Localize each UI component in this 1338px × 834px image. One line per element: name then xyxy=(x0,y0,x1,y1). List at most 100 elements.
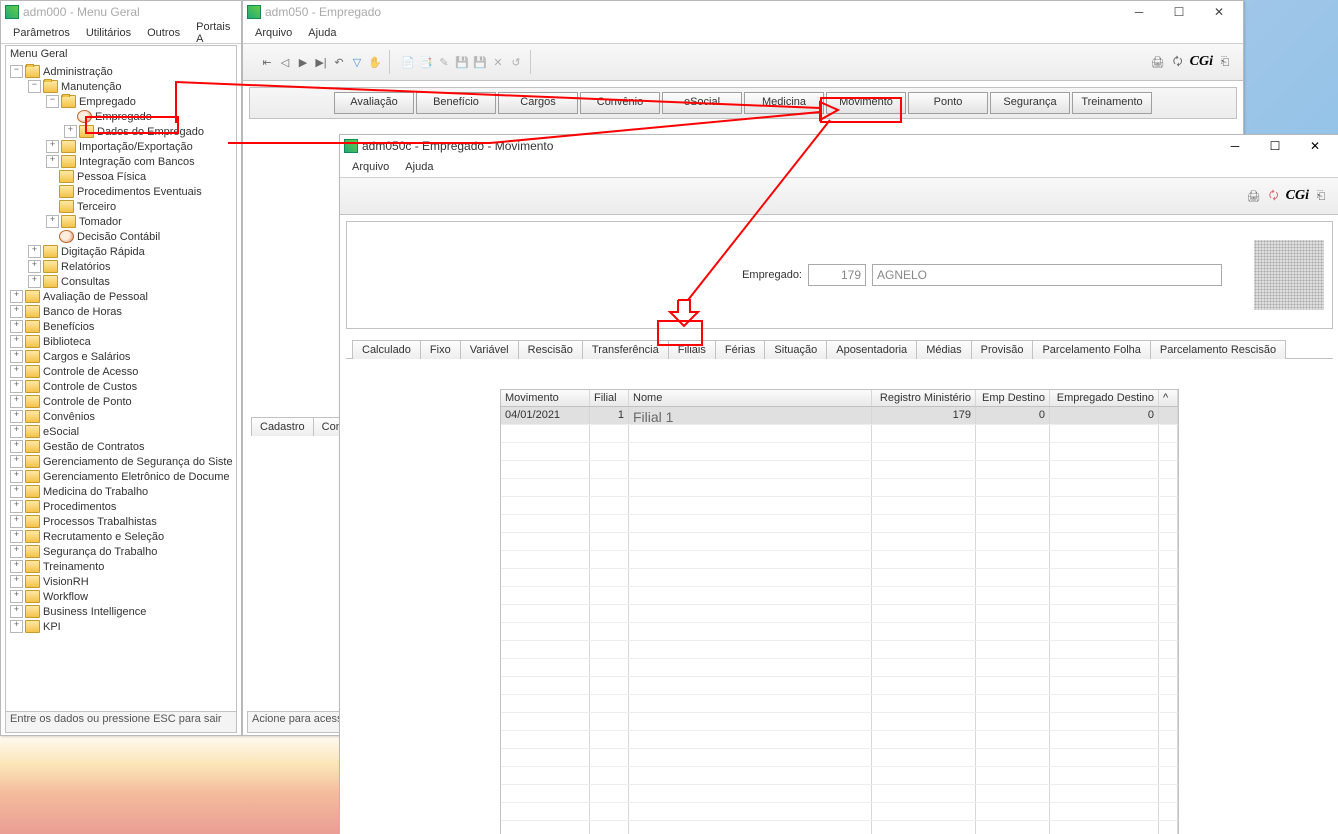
tab-convenio[interactable]: Convênio xyxy=(580,92,660,114)
col-nome[interactable]: Nome xyxy=(629,390,872,406)
table-row[interactable] xyxy=(501,497,1178,515)
tree-benef[interactable]: Benefícios xyxy=(43,321,94,333)
tab-cargos[interactable]: Cargos xyxy=(498,92,578,114)
tree-intbank[interactable]: Integração com Bancos xyxy=(79,156,195,168)
table-row[interactable] xyxy=(501,713,1178,731)
maximize-button-mov[interactable]: ☐ xyxy=(1255,135,1295,157)
tree-manut[interactable]: Manutenção xyxy=(61,81,122,93)
exit-icon[interactable]: ⎗ xyxy=(1217,54,1233,70)
tree-proced[interactable]: Procedimentos xyxy=(43,501,116,513)
tree-segtrab[interactable]: Segurança do Trabalho xyxy=(43,546,157,558)
menu-arquivo-mov[interactable]: Arquivo xyxy=(346,159,395,175)
table-row[interactable] xyxy=(501,749,1178,767)
minimize-button[interactable]: ─ xyxy=(1119,1,1159,23)
subtab-variavel[interactable]: Variável xyxy=(460,340,519,359)
subtab-aposentadoria[interactable]: Aposentadoria xyxy=(826,340,917,359)
table-row[interactable] xyxy=(501,677,1178,695)
tree-ccustos[interactable]: Controle de Custos xyxy=(43,381,137,393)
vtab-cadastro[interactable]: Cadastro xyxy=(252,418,314,436)
tree-bi[interactable]: Business Intelligence xyxy=(43,606,146,618)
tab-ponto[interactable]: Ponto xyxy=(908,92,988,114)
menu-parametros[interactable]: Parâmetros xyxy=(7,25,76,41)
tree-proc[interactable]: Procedimentos Eventuais xyxy=(77,186,202,198)
tab-movimento[interactable]: Movimento xyxy=(826,92,906,114)
subtab-rescisao[interactable]: Rescisão xyxy=(518,340,583,359)
tree-gcont[interactable]: Gestão de Contratos xyxy=(43,441,145,453)
table-row[interactable] xyxy=(501,641,1178,659)
col-empdestino[interactable]: Emp Destino xyxy=(976,390,1050,406)
first-record-icon[interactable]: ⇤ xyxy=(259,54,275,70)
last-record-icon[interactable]: ▶| xyxy=(313,54,329,70)
emp-name-input[interactable] xyxy=(872,264,1222,286)
tree-pf[interactable]: Pessoa Física xyxy=(77,171,146,183)
col-registro[interactable]: Registro Ministério xyxy=(872,390,976,406)
close-button[interactable]: ✕ xyxy=(1199,1,1239,23)
menu-utilitarios[interactable]: Utilitários xyxy=(80,25,137,41)
navigate-icon[interactable]: ✋ xyxy=(367,54,383,70)
tree-dig[interactable]: Digitação Rápida xyxy=(61,246,145,258)
table-row[interactable] xyxy=(501,695,1178,713)
menu-arquivo-emp[interactable]: Arquivo xyxy=(249,25,298,41)
subtab-provisao[interactable]: Provisão xyxy=(971,340,1034,359)
subtab-situacao[interactable]: Situação xyxy=(764,340,827,359)
table-row[interactable] xyxy=(501,803,1178,821)
table-row[interactable] xyxy=(501,587,1178,605)
tree-avpes[interactable]: Avaliação de Pessoal xyxy=(43,291,148,303)
tree-recsel[interactable]: Recrutamento e Seleção xyxy=(43,531,164,543)
subtab-parc-folha[interactable]: Parcelamento Folha xyxy=(1032,340,1150,359)
tab-beneficio[interactable]: Benefício xyxy=(416,92,496,114)
subtab-filiais[interactable]: Filiais xyxy=(668,340,716,359)
table-row[interactable] xyxy=(501,785,1178,803)
tab-esocial[interactable]: eSocial xyxy=(662,92,742,114)
table-row[interactable] xyxy=(501,659,1178,677)
emp-code-input[interactable] xyxy=(808,264,866,286)
subtab-ferias[interactable]: Férias xyxy=(715,340,766,359)
table-row[interactable] xyxy=(501,821,1178,834)
tab-treinamento[interactable]: Treinamento xyxy=(1072,92,1152,114)
tab-avaliacao[interactable]: Avaliação xyxy=(334,92,414,114)
tree-cponto[interactable]: Controle de Ponto xyxy=(43,396,132,408)
col-movimento[interactable]: Movimento xyxy=(501,390,590,406)
undo-icon[interactable]: ↶ xyxy=(331,54,347,70)
menu-outros[interactable]: Outros xyxy=(141,25,186,41)
subtab-fixo[interactable]: Fixo xyxy=(420,340,461,359)
table-row[interactable] xyxy=(501,443,1178,461)
tree-view[interactable]: Menu Geral −Administração −Manutenção −E… xyxy=(5,45,237,713)
table-row[interactable] xyxy=(501,767,1178,785)
tree-impexp[interactable]: Importação/Exportação xyxy=(79,141,193,153)
edit-icon[interactable]: ✎ xyxy=(436,54,452,70)
tree-emp[interactable]: Empregado xyxy=(95,111,152,123)
tree-bhoras[interactable]: Banco de Horas xyxy=(43,306,122,318)
tree-ptrab[interactable]: Processos Trabalhistas xyxy=(43,516,157,528)
save2-icon[interactable]: 💾 xyxy=(472,54,488,70)
tree-tom[interactable]: Tomador xyxy=(79,216,122,228)
refresh-icon[interactable]: 🗘 xyxy=(1170,54,1186,70)
subtab-medias[interactable]: Médias xyxy=(916,340,971,359)
tree-ged[interactable]: Gerenciamento Eletrônico de Docume xyxy=(43,471,229,483)
tree-cargsal[interactable]: Cargos e Salários xyxy=(43,351,130,363)
refresh-icon-mov[interactable]: 🗘 xyxy=(1266,188,1282,204)
tree-cacesso[interactable]: Controle de Acesso xyxy=(43,366,138,378)
tree-cons[interactable]: Consultas xyxy=(61,276,110,288)
copy-icon[interactable]: 📑 xyxy=(418,54,434,70)
tree-bibl[interactable]: Biblioteca xyxy=(43,336,91,348)
tree-trein[interactable]: Treinamento xyxy=(43,561,104,573)
tree-dados[interactable]: Dados do Empregado xyxy=(97,126,204,138)
menu-ajuda-mov[interactable]: Ajuda xyxy=(399,159,439,175)
tree-gseg[interactable]: Gerenciamento de Segurança do Siste xyxy=(43,456,233,468)
tree-wf[interactable]: Workflow xyxy=(43,591,88,603)
table-row[interactable] xyxy=(501,623,1178,641)
col-empregado-destino[interactable]: Empregado Destino xyxy=(1050,390,1159,406)
subtab-calculado[interactable]: Calculado xyxy=(352,340,421,359)
table-row[interactable]: 04/01/2021 1 Filial 1 179 0 0 xyxy=(501,407,1178,425)
tree-admin[interactable]: Administração xyxy=(43,66,113,78)
tab-seguranca[interactable]: Segurança xyxy=(990,92,1070,114)
subtab-parc-rescisao[interactable]: Parcelamento Rescisão xyxy=(1150,340,1286,359)
tree-dec[interactable]: Decisão Contábil xyxy=(77,231,160,243)
save-icon[interactable]: 💾 xyxy=(454,54,470,70)
tree-empgrp[interactable]: Empregado xyxy=(79,96,136,108)
tab-medicina[interactable]: Medicina xyxy=(744,92,824,114)
table-row[interactable] xyxy=(501,533,1178,551)
menu-ajuda-emp[interactable]: Ajuda xyxy=(302,25,342,41)
print-icon[interactable]: 🖨 xyxy=(1150,54,1166,70)
